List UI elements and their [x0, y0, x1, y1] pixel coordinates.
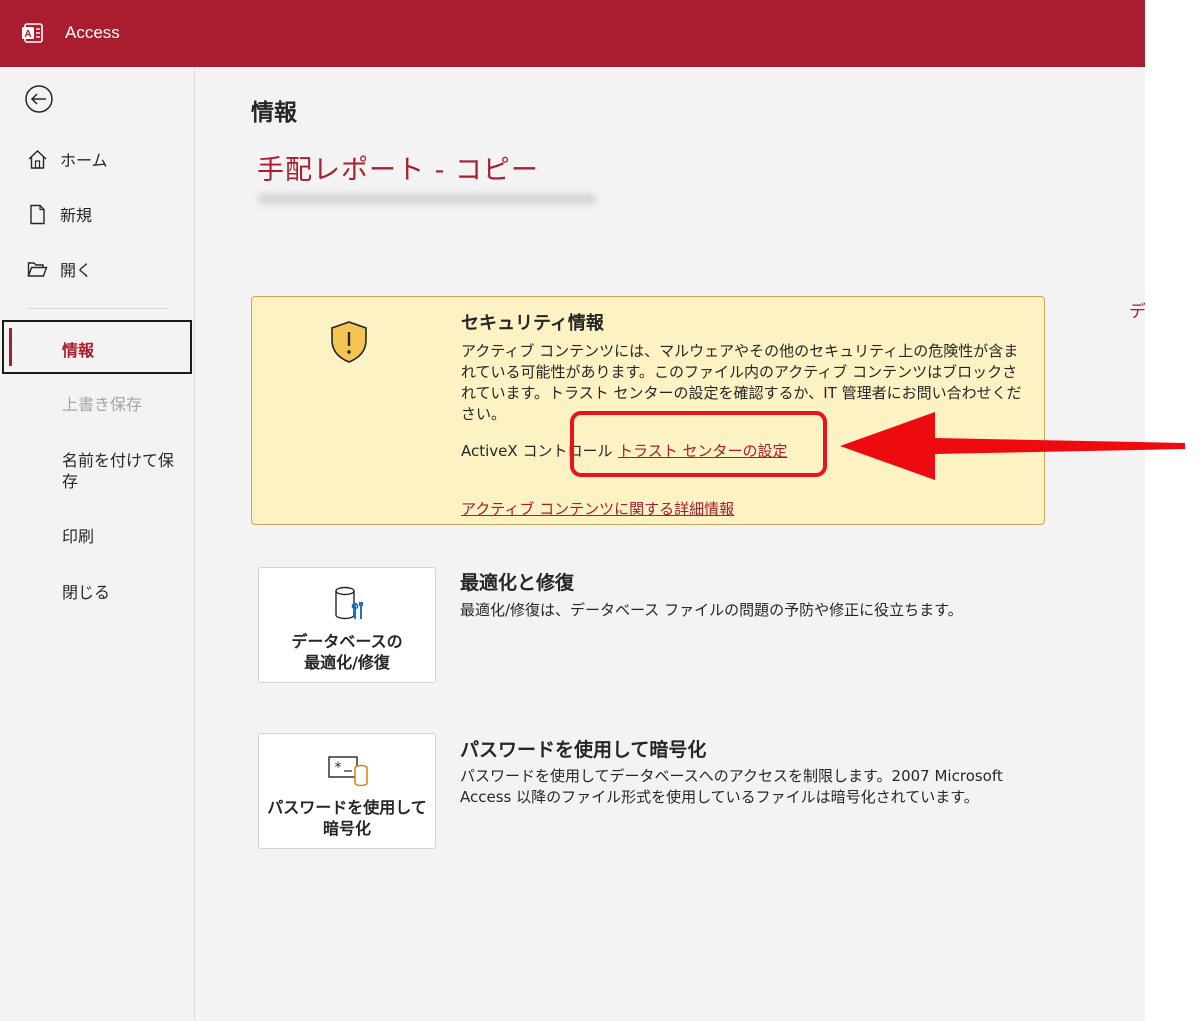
page-title: 情報 — [251, 100, 297, 126]
compact-repair-button[interactable]: データベースの 最適化/修復 — [258, 567, 436, 683]
truncated-side-text: デ — [1129, 302, 1145, 322]
sidebar-divider — [28, 308, 168, 309]
app-name: Access — [65, 23, 120, 42]
new-file-icon — [30, 204, 45, 224]
back-arrow-icon[interactable] — [24, 84, 54, 114]
home-icon — [28, 149, 47, 169]
nav-save-as[interactable]: 名前を付けて保 存 — [62, 450, 182, 492]
compact-title: 最適化と修復 — [460, 572, 575, 594]
nav-home[interactable]: ホーム — [27, 147, 108, 171]
encrypt-title: パスワードを使用して暗号化 — [460, 739, 707, 761]
nav-info[interactable]: 情報 — [2, 320, 192, 374]
selected-indicator — [9, 328, 12, 366]
nav-home-label: ホーム — [60, 151, 108, 170]
compact-database-icon — [335, 586, 363, 620]
active-content-info-link[interactable]: アクティブ コンテンツに関する詳細情報 — [461, 498, 734, 519]
compact-repair-label: データベースの 最適化/修復 — [291, 632, 403, 672]
nav-new-label: 新規 — [60, 206, 93, 225]
shield-warning-icon — [331, 321, 367, 363]
access-backstage: A Access ホーム 新規 開く 情報 上書き保存 名前を付けて保 存 印刷… — [0, 0, 1145, 1021]
nav-open-label: 開く — [60, 261, 93, 280]
svg-text:*: * — [335, 760, 342, 776]
nav-close[interactable]: 閉じる — [62, 582, 110, 603]
encrypt-password-button[interactable]: * パスワードを使用して 暗号化 — [258, 733, 436, 849]
security-title: セキュリティ情報 — [461, 313, 604, 334]
nav-new[interactable]: 新規 — [27, 202, 92, 226]
file-path-blurred — [257, 193, 597, 205]
backstage-sidebar: ホーム 新規 開く 情報 上書き保存 名前を付けて保 存 印刷 閉じる — [0, 67, 195, 1021]
svg-text:A: A — [24, 29, 31, 40]
encrypt-description: パスワードを使用してデータベースへのアクセスを制限します。2007 Micros… — [460, 767, 1003, 806]
compact-description: 最適化/修復は、データベース ファイルの問題の予防や修正に役立ちます。 — [460, 601, 963, 619]
nav-info-label: 情報 — [62, 341, 95, 360]
title-bar: A Access — [0, 0, 1145, 67]
access-logo-icon: A — [22, 23, 43, 43]
nav-save: 上書き保存 — [62, 395, 143, 414]
annotation-highlight-box — [570, 411, 827, 477]
nav-print[interactable]: 印刷 — [62, 526, 94, 547]
encrypt-database-icon: * — [328, 756, 368, 787]
annotation-arrow-icon — [840, 412, 1185, 480]
file-title: 手配レポート - コピー — [257, 155, 539, 186]
open-folder-icon — [27, 261, 48, 277]
nav-open[interactable]: 開く — [27, 257, 92, 281]
encrypt-password-label: パスワードを使用して 暗号化 — [267, 798, 427, 838]
